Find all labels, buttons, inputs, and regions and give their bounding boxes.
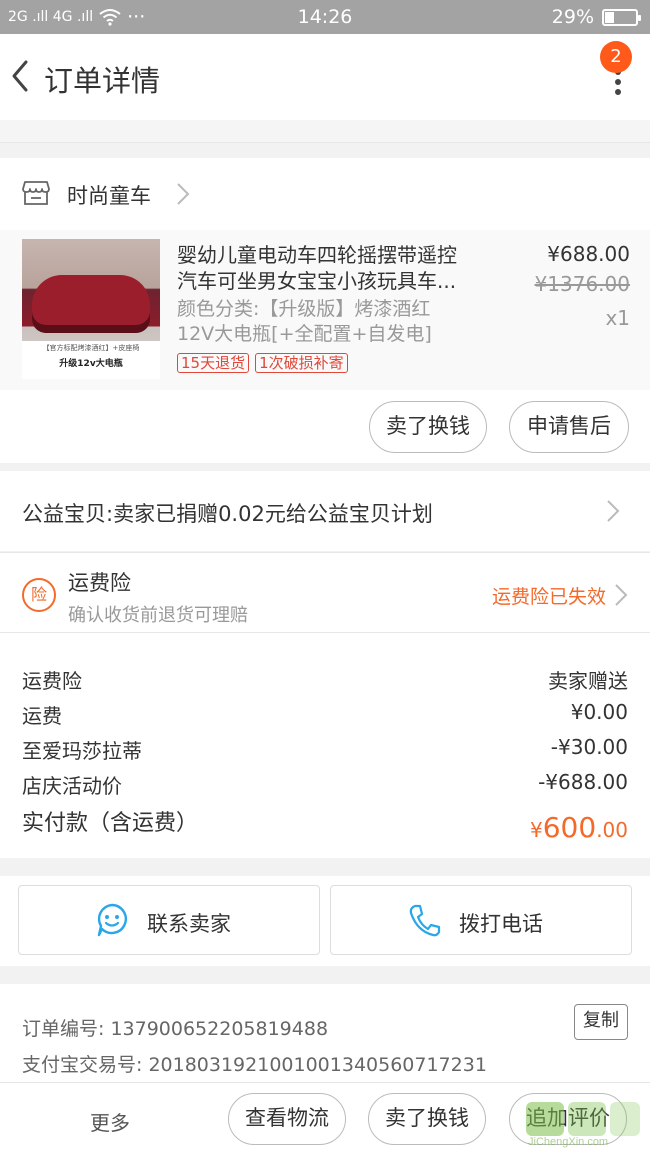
battery-icon [602,8,641,26]
bottom-action-bar: 更多 查看物流 卖了换钱 追加评价 [0,1082,650,1155]
fee-value: 卖家赠送 [548,669,628,693]
fee-row: 运费险 卖家赠送 [22,665,628,694]
contact-seller-label: 联系卖家 [147,912,231,936]
fee-summary: 运费险 卖家赠送 运费 ¥0.00 至爱玛莎拉蒂 -¥30.00 店庆活动价 -… [0,632,650,858]
chevron-right-icon [615,584,628,606]
total-row: 实付款（含运费） ¥600.00 [22,805,628,844]
product-image[interactable]: 【官方标配烤漆酒红】+皮座椅 升级12v大电瓶 [22,239,160,379]
product-title-line2: 汽车可坐男女宝宝小孩玩具车... [177,269,457,293]
car-shape [32,275,150,333]
sku-line2: 12V大电瓶[+全配置+自发电] [177,323,432,345]
charity-row[interactable]: 公益宝贝:卖家已捐赠0.02元给公益宝贝计划 [0,471,650,551]
after-sale-button[interactable]: 申请售后 [509,401,629,453]
fee-row: 店庆活动价 -¥688.00 [22,770,628,799]
insurance-title: 运费险 [68,571,131,595]
fee-label: 至爱玛莎拉蒂 [22,739,142,763]
fee-value: ¥0.00 [570,700,628,724]
sell-button[interactable]: 卖了换钱 [369,401,487,453]
sell-button-bottom[interactable]: 卖了换钱 [368,1093,486,1145]
fee-row: 运费 ¥0.00 [22,700,628,729]
fee-label: 运费 [22,704,62,728]
contact-seller-button[interactable]: 联系卖家 [18,885,320,955]
product-title-line1: 婴幼儿童电动车四轮摇摆带遥控 [177,243,457,267]
call-button[interactable]: 拨打电话 [330,885,632,955]
total-value: ¥600.00 [530,811,628,844]
add-review-button[interactable]: 追加评价 [509,1093,627,1145]
service-tags: 15天退货 1次破损补寄 [177,353,348,373]
spacer [0,120,650,142]
product-title[interactable]: 婴幼儿童电动车四轮摇摆带遥控 汽车可坐男女宝宝小孩玩具车... [177,242,507,294]
tag-damage: 1次破损补寄 [255,353,348,373]
battery-level [605,11,614,23]
fee-row: 至爱玛莎拉蒂 -¥30.00 [22,735,628,764]
chevron-right-icon [607,500,620,522]
insurance-status: 运费险已失效 [491,586,606,608]
product-sku: 颜色分类:【升级版】烤漆酒红 12V大电瓶[+全配置+自发电] [177,297,487,347]
page-title: 订单详情 [44,64,161,98]
sku-line1: 颜色分类:【升级版】烤漆酒红 [177,298,431,320]
product-price: ¥688.00 [547,242,630,266]
insurance-icon: 险 [22,578,56,612]
alipay-number: 支付宝交易号: 2018031921001001340560717231 [22,1054,487,1076]
nav-bar: 订单详情 2 [0,34,650,120]
order-number: 订单编号: 137900652205819488 [22,1018,329,1040]
back-arrow-icon[interactable] [6,56,36,96]
status-right: 29% [551,6,641,28]
spacer [0,142,650,158]
charity-text: 公益宝贝:卖家已捐赠0.02元给公益宝贝计划 [22,502,433,526]
insurance-subtitle: 确认收货前退货可理赔 [68,605,248,626]
image-caption-bottom: 升级12v大电瓶 [59,359,123,369]
fee-value: -¥30.00 [550,735,628,759]
phone-icon [409,904,441,937]
message-badge[interactable]: 2 [600,41,632,73]
more-button[interactable]: 更多 [90,1107,130,1136]
view-logistics-button[interactable]: 查看物流 [228,1093,346,1145]
shop-name[interactable]: 时尚童车 [67,180,151,210]
fee-value: -¥688.00 [538,770,628,794]
order-item-card: 时尚童车 【官方标配烤漆酒红】+皮座椅 升级12v大电瓶 婴幼儿童电动车四轮摇摆… [0,158,650,463]
battery-percent: 29% [551,6,594,28]
chat-bubble-icon [97,903,127,937]
chevron-right-icon [177,183,190,205]
tag-return: 15天退货 [177,353,250,373]
fee-label: 店庆活动价 [22,774,122,798]
shipping-insurance-row[interactable]: 险 运费险 确认收货前退货可理赔 运费险已失效 [0,552,650,632]
copy-button[interactable]: 复制 [574,1004,628,1040]
product-row[interactable]: 【官方标配烤漆酒红】+皮座椅 升级12v大电瓶 婴幼儿童电动车四轮摇摆带遥控 汽… [0,230,650,390]
status-bar: 2G .ıll 4G .ıll ··· 14:26 29% [0,0,650,34]
image-caption: 【官方标配烤漆酒红】+皮座椅 升级12v大电瓶 [22,341,160,379]
image-caption-top: 【官方标配烤漆酒红】+皮座椅 [42,344,140,352]
shop-icon [22,181,50,205]
fee-label: 运费险 [22,669,82,693]
total-decimal: .00 [596,818,628,842]
product-quantity: x1 [605,306,630,330]
total-integer: 600 [542,811,597,844]
total-label: 实付款（含运费） [22,811,199,836]
call-label: 拨打电话 [459,912,543,936]
total-currency: ¥ [530,818,543,842]
contact-section: 联系卖家 拨打电话 [0,876,650,966]
original-price: ¥1376.00 [534,272,630,296]
shop-header[interactable]: 时尚童车 [0,158,650,230]
